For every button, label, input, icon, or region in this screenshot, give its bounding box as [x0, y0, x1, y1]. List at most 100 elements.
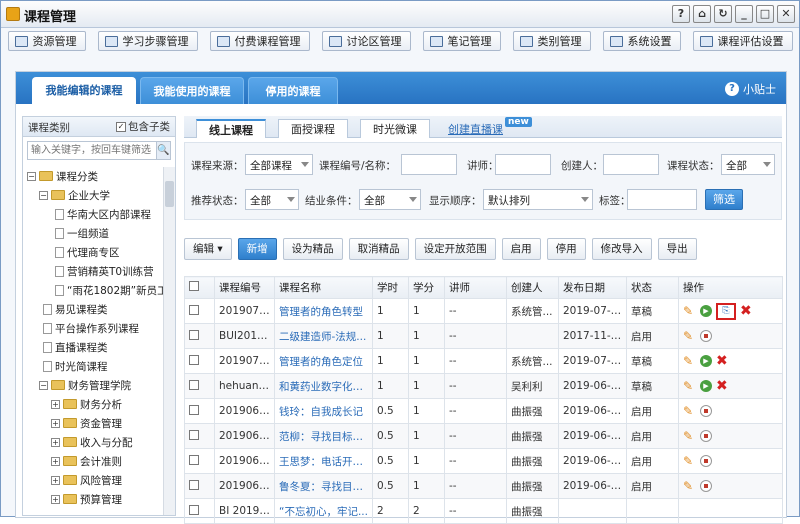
tree-leaf[interactable]: 平台操作系列课程	[43, 319, 139, 337]
tree-leaf[interactable]: 易见课程类	[43, 300, 108, 318]
stop-icon[interactable]	[700, 430, 712, 442]
expand-icon[interactable]: +	[51, 437, 60, 447]
edit-pencil-icon[interactable]: ✎	[683, 404, 696, 418]
tree-node[interactable]: + 资金管理	[51, 414, 122, 432]
row-checkbox[interactable]	[189, 454, 199, 465]
recommend-select[interactable]: 全部	[245, 189, 299, 210]
enable-button[interactable]: 启用	[501, 238, 541, 260]
module-paid[interactable]: 付费课程管理	[209, 31, 310, 51]
cell-name-link[interactable]: 王思梦：电话开发...	[274, 448, 373, 474]
stop-icon[interactable]	[700, 330, 712, 342]
export-button[interactable]: 导出	[657, 238, 697, 260]
tab-online-courses[interactable]: 线上课程	[196, 119, 266, 138]
add-button[interactable]: 新增	[237, 238, 277, 260]
edit-pencil-icon[interactable]: ✎	[683, 479, 696, 493]
close-button[interactable]: ✕	[777, 5, 795, 23]
play-icon[interactable]: ▶	[700, 305, 712, 317]
table-row[interactable]: BUI20170... 二级建造师-法规... 1 1 -- 2017-11-0…	[184, 323, 783, 349]
tree-node[interactable]: + 会计准则	[51, 452, 122, 470]
edit-pencil-icon[interactable]: ✎	[683, 429, 696, 443]
tree-leaf[interactable]: 代理商专区	[55, 243, 120, 261]
tree-leaf[interactable]: “雨花1802期”新员工	[55, 281, 163, 299]
teacher-input[interactable]	[495, 154, 551, 175]
module-steps[interactable]: 学习步骤管理	[97, 31, 198, 51]
home-button[interactable]: ⌂	[693, 5, 711, 23]
tree-node[interactable]: − 课程分类	[27, 167, 98, 185]
tree-leaf[interactable]: 华南大区内部课程	[55, 205, 151, 223]
table-row[interactable]: 2019062... 王思梦：电话开发... 0.5 1 -- 曲振强 2019…	[184, 448, 783, 474]
row-checkbox[interactable]	[189, 479, 199, 490]
status-select[interactable]: 全部	[721, 154, 775, 175]
row-checkbox[interactable]	[189, 379, 199, 390]
row-checkbox[interactable]	[189, 354, 199, 365]
cell-name-link[interactable]: 二级建造师-法规...	[274, 323, 373, 349]
tree-leaf[interactable]: 直播课程类	[43, 338, 108, 356]
tab-disabled-courses[interactable]: 停用的课程	[248, 77, 338, 104]
source-select[interactable]: 全部课程	[245, 154, 313, 175]
tree-node[interactable]: − 企业大学	[39, 186, 110, 204]
tab-micro-courses[interactable]: 时光微课	[360, 119, 430, 138]
scroll-thumb[interactable]	[165, 181, 174, 207]
cell-name-link[interactable]: 和黄药业数字化培...	[274, 373, 373, 399]
stop-icon[interactable]	[700, 405, 712, 417]
tab-classroom-courses[interactable]: 面授课程	[278, 119, 348, 138]
tree-node[interactable]: + 收入与分配	[51, 433, 133, 451]
table-row[interactable]: 2019070... 管理者的角色转型 1 1 -- 系统管... 2019-0…	[184, 298, 783, 324]
checkbox-icon[interactable]	[189, 281, 199, 291]
cell-name-link[interactable]: 鲁冬夏：寻找目标...	[274, 473, 373, 499]
order-select[interactable]: 默认排列	[483, 189, 593, 210]
delete-icon[interactable]: ✖	[740, 304, 752, 318]
edit-pencil-icon[interactable]: ✎	[683, 379, 696, 393]
tree-node[interactable]: + 财务分析	[51, 395, 122, 413]
cell-name-link[interactable]: 钱玲：自我成长记	[274, 398, 373, 424]
row-checkbox[interactable]	[189, 329, 199, 340]
tab-usable-courses[interactable]: 我能使用的课程	[140, 77, 244, 104]
edit-pencil-icon[interactable]: ✎	[683, 304, 696, 318]
tree-leaf[interactable]: 时光简课程	[43, 357, 108, 375]
expand-icon[interactable]: +	[51, 475, 60, 485]
export-doc-icon[interactable]: ⎘	[716, 302, 736, 320]
stop-icon[interactable]	[700, 480, 712, 492]
maximize-button[interactable]: □	[756, 5, 774, 23]
expand-icon[interactable]: +	[51, 418, 60, 428]
collapse-icon[interactable]: −	[39, 190, 48, 200]
module-notes[interactable]: 笔记管理	[422, 31, 501, 51]
row-checkbox[interactable]	[189, 304, 199, 315]
module-evaluation[interactable]: 课程评估设置	[692, 31, 793, 51]
table-row[interactable]: 2019062... 钱玲：自我成长记 0.5 1 -- 曲振强 2019-06…	[184, 398, 783, 424]
play-icon[interactable]: ▶	[700, 380, 712, 392]
tag-input[interactable]	[627, 189, 697, 210]
table-row[interactable]: 2019062... 范柳：寻找目标客... 0.5 1 -- 曲振强 2019…	[184, 423, 783, 449]
tree-leaf[interactable]: 一组频道	[55, 224, 109, 242]
filter-button[interactable]: 筛选	[705, 189, 743, 210]
search-icon[interactable]: 🔍	[157, 141, 171, 160]
cell-name-link[interactable]: “不忘初心，牢记...	[274, 498, 373, 524]
category-search-input[interactable]	[27, 141, 157, 160]
tree-node[interactable]: + 预算管理	[51, 490, 122, 508]
create-live-course-link[interactable]: 创建直播课	[448, 121, 503, 137]
tree-leaf[interactable]: 营销精英T0训练营	[55, 262, 154, 280]
refresh-button[interactable]: ↻	[714, 5, 732, 23]
help-button[interactable]: ?	[672, 5, 690, 23]
tips-link[interactable]: ? 小贴士	[725, 81, 776, 97]
cancel-featured-button[interactable]: 取消精品	[348, 238, 409, 260]
edit-dropdown-button[interactable]: 编辑 ▾	[184, 238, 232, 260]
cell-name-link[interactable]: 范柳：寻找目标客...	[274, 423, 373, 449]
collapse-icon[interactable]: −	[39, 380, 48, 390]
cell-name-link[interactable]: 管理者的角色定位	[274, 348, 373, 374]
complete-select[interactable]: 全部	[359, 189, 421, 210]
expand-icon[interactable]: +	[51, 494, 60, 504]
set-open-scope-button[interactable]: 设定开放范围	[414, 238, 496, 260]
table-row[interactable]: 2019070... 管理者的角色定位 1 1 -- 系统管... 2019-0…	[184, 348, 783, 374]
tree-node[interactable]: + 风险管理	[51, 471, 122, 489]
delete-icon[interactable]: ✖	[716, 354, 728, 368]
row-checkbox[interactable]	[189, 504, 199, 515]
table-row[interactable]: BI 201900... “不忘初心，牢记... 2 2 -- 曲振强	[184, 498, 783, 524]
module-category[interactable]: 类别管理	[512, 31, 591, 51]
sidebar-scrollbar[interactable]	[163, 167, 175, 515]
module-resource[interactable]: 资源管理	[7, 31, 86, 51]
code-input[interactable]	[401, 154, 457, 175]
row-checkbox[interactable]	[189, 429, 199, 440]
include-sub-checkbox[interactable]: ✓ 包含子类	[116, 120, 170, 133]
tree-node[interactable]: − 财务管理学院	[39, 376, 131, 394]
